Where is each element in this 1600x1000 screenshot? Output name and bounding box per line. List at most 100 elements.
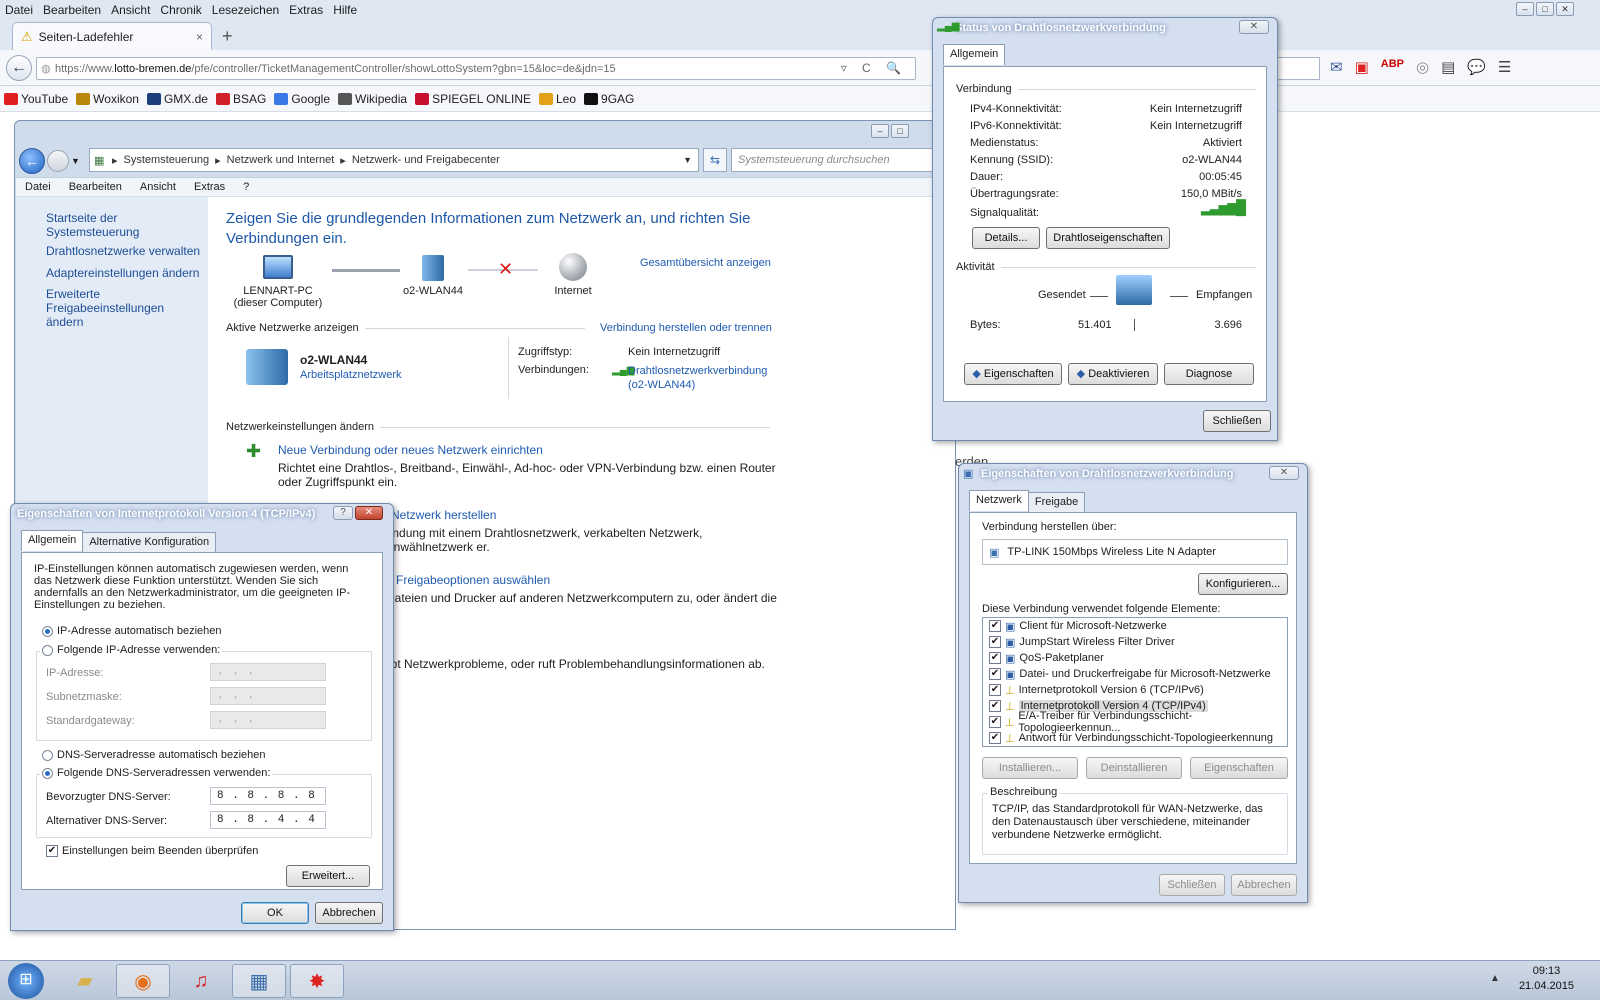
disable-button[interactable]: ◆ Deaktivieren bbox=[1068, 363, 1158, 385]
back-button[interactable]: ← bbox=[19, 148, 45, 174]
tray-expand-icon[interactable]: ▲ bbox=[1490, 973, 1500, 984]
bookmark-bsag[interactable]: BSAG bbox=[215, 92, 266, 106]
properties-button[interactable]: ◆ Eigenschaften bbox=[964, 363, 1062, 385]
checkbox[interactable]: ✔ bbox=[989, 636, 1001, 648]
minimize-icon[interactable]: – bbox=[1516, 2, 1534, 16]
ip-manual-radio[interactable]: Folgende IP-Adresse verwenden: bbox=[40, 644, 223, 656]
tab-allgemein[interactable]: Allgemein bbox=[943, 44, 1006, 65]
menu-extras[interactable]: Extras bbox=[185, 181, 234, 193]
close-button[interactable]: Schließen bbox=[1203, 410, 1271, 432]
radio-selected[interactable] bbox=[42, 767, 53, 779]
task-connect-network[interactable]: Netzwerk herstellen bbox=[391, 508, 496, 522]
tab-allgemein[interactable]: Allgemein bbox=[21, 530, 84, 551]
menu-datei[interactable]: Datei bbox=[0, 3, 38, 17]
list-item[interactable]: ✔ ⊥ E/A-Treiber für Verbindungsschicht-Top… bbox=[983, 710, 1287, 734]
breadcrumb-item[interactable]: Netzwerk- und Freigabecenter bbox=[352, 154, 500, 166]
tab-freigabe[interactable]: Freigabe bbox=[1027, 492, 1086, 513]
search-input[interactable]: Systemsteuerung durchsuchen bbox=[731, 148, 951, 172]
close-icon[interactable]: ✕ bbox=[1269, 466, 1299, 480]
menu-hilfe[interactable]: Hilfe bbox=[328, 3, 362, 17]
control-panel-icon[interactable]: ▦ bbox=[232, 964, 286, 998]
menu-bearbeiten[interactable]: Bearbeiten bbox=[60, 181, 131, 193]
connect-disconnect-link[interactable]: Verbindung herstellen oder trennen bbox=[600, 322, 772, 334]
list-item[interactable]: ✔ ⊥ Antwort für Verbindungsschicht-Topolog… bbox=[983, 730, 1287, 746]
itunes-icon[interactable]: ♫ bbox=[174, 964, 228, 998]
new-tab-icon[interactable]: + bbox=[222, 26, 233, 47]
bookmark-spiegel[interactable]: SPIEGEL ONLINE bbox=[415, 92, 531, 106]
properties-button[interactable]: Eigenschaften bbox=[1190, 757, 1288, 779]
dns-preferred-field[interactable]: 8 . 8 . 8 . 8 bbox=[210, 787, 326, 805]
dns-auto-radio[interactable]: DNS-Serveradresse automatisch beziehen bbox=[42, 749, 266, 761]
uninstall-button[interactable]: Deinstallieren bbox=[1086, 757, 1182, 779]
bookmark-google[interactable]: Google bbox=[274, 92, 330, 106]
details-button[interactable]: Details... bbox=[972, 227, 1040, 249]
menu-datei[interactable]: Datei bbox=[16, 181, 60, 193]
globe-icon[interactable]: ◎ bbox=[1416, 58, 1429, 76]
adblock-icon[interactable]: ABP bbox=[1381, 58, 1404, 76]
refresh-button[interactable]: ⇆ bbox=[703, 148, 727, 172]
radio-unselected[interactable] bbox=[42, 644, 53, 656]
minimize-icon[interactable]: – bbox=[871, 124, 889, 138]
wireless-connection-link[interactable]: Drahtlosnetzwerkverbindung (o2-WLAN44) bbox=[628, 364, 778, 392]
browser-tab[interactable]: ⚠ Seiten-Ladefehler × bbox=[12, 22, 212, 50]
sidebar-item-adapter[interactable]: Adaptereinstellungen ändern bbox=[16, 266, 199, 280]
close-icon[interactable]: ✕ bbox=[1556, 2, 1574, 16]
sidebar-item-home[interactable]: Startseite der Systemsteuerung bbox=[16, 211, 208, 239]
checkbox[interactable]: ✔ bbox=[989, 668, 1001, 680]
cancel-button[interactable]: Abbrechen bbox=[1231, 874, 1297, 896]
advanced-button[interactable]: Erweitert... bbox=[286, 865, 370, 887]
bookmark-wikipedia[interactable]: Wikipedia bbox=[338, 92, 407, 106]
list-item[interactable]: ✔ ▣ QoS-Paketplaner bbox=[983, 650, 1287, 666]
ip-address-field[interactable]: . . . bbox=[210, 663, 326, 681]
tab-netzwerk[interactable]: Netzwerk bbox=[969, 490, 1029, 511]
checkbox[interactable]: ✔ bbox=[989, 652, 1001, 664]
radio-unselected[interactable] bbox=[42, 749, 53, 761]
reload-search-icons[interactable]: ▿ C 🔍 bbox=[841, 61, 907, 75]
task-new-connection[interactable]: Neue Verbindung oder neues Netzwerk einr… bbox=[278, 443, 543, 457]
list-item[interactable]: ✔ ▣ Datei- und Druckerfreigabe für Microso… bbox=[983, 666, 1287, 682]
validate-checkbox[interactable]: ✔ Einstellungen beim Beenden überprüfen bbox=[46, 845, 258, 858]
breadcrumb[interactable]: ▦ ▸ Systemsteuerung ▸ Netzwerk und Inter… bbox=[89, 148, 699, 172]
close-icon[interactable]: ✕ bbox=[355, 506, 383, 520]
menu-extras[interactable]: Extras bbox=[284, 3, 328, 17]
dns-alternate-field[interactable]: 8 . 8 . 4 . 4 bbox=[210, 811, 326, 829]
url-bar[interactable]: ◍ https://www. lotto-bremen.de/pfe/contro… bbox=[36, 57, 916, 80]
start-button[interactable]: ⊞ bbox=[8, 963, 44, 999]
close-icon[interactable]: ✕ bbox=[1239, 20, 1269, 34]
menu-chronik[interactable]: Chronik bbox=[155, 3, 206, 17]
chevron-down-icon[interactable]: ▼ bbox=[683, 155, 692, 165]
checkbox[interactable]: ✔ bbox=[46, 845, 58, 858]
bookmark-9gag[interactable]: 9GAG bbox=[584, 92, 634, 106]
breadcrumb-item[interactable]: Netzwerk und Internet bbox=[227, 154, 335, 166]
list-item[interactable]: ✔ ▣ Client für Microsoft-Netzwerke bbox=[983, 618, 1287, 634]
ip-auto-radio[interactable]: IP-Adresse automatisch beziehen bbox=[42, 625, 221, 637]
task-sharing-options[interactable]: d Freigabeoptionen auswählen bbox=[386, 573, 550, 587]
tab-alternative[interactable]: Alternative Konfiguration bbox=[82, 532, 217, 553]
subnet-mask-field[interactable]: . . . bbox=[210, 687, 326, 705]
screenshot-icon[interactable]: ▤ bbox=[1441, 58, 1455, 76]
ok-button[interactable]: OK bbox=[241, 902, 309, 924]
maximize-icon[interactable]: □ bbox=[1536, 2, 1554, 16]
checkbox[interactable]: ✔ bbox=[989, 732, 1001, 744]
overview-link[interactable]: Gesamtübersicht anzeigen bbox=[640, 257, 771, 269]
checkbox[interactable]: ✔ bbox=[989, 684, 1001, 696]
checkbox[interactable]: ✔ bbox=[989, 716, 1001, 728]
wireless-properties-button[interactable]: Drahtloseigenschaften bbox=[1046, 227, 1170, 249]
pocket-icon[interactable]: ▣ bbox=[1355, 58, 1369, 76]
sidebar-item-sharing[interactable]: Erweiterte Freigabeeinstellungen ändern bbox=[16, 287, 202, 329]
list-item[interactable]: ✔ ▣ JumpStart Wireless Filter Driver bbox=[983, 634, 1287, 650]
close-tab-icon[interactable]: × bbox=[196, 30, 211, 44]
bookmark-leo[interactable]: Leo bbox=[539, 92, 576, 106]
back-button[interactable]: ← bbox=[6, 55, 32, 81]
bookmark-woxikon[interactable]: Woxikon bbox=[76, 92, 139, 106]
help-icon[interactable]: ? bbox=[333, 506, 353, 520]
maximize-icon[interactable]: □ bbox=[891, 124, 909, 138]
clock[interactable]: 09:13 21.04.2015 bbox=[1519, 964, 1574, 994]
menu-ansicht[interactable]: Ansicht bbox=[106, 3, 155, 17]
diagnose-button[interactable]: Diagnose bbox=[1164, 363, 1254, 385]
bookmark-gmx[interactable]: GMX.de bbox=[146, 92, 208, 106]
sidebar-item-wireless[interactable]: Drahtlosnetzwerke verwalten bbox=[16, 244, 200, 258]
menu-lesezeichen[interactable]: Lesezeichen bbox=[207, 3, 284, 17]
hamburger-menu-icon[interactable]: ☰ bbox=[1498, 58, 1511, 76]
chevron-down-icon[interactable]: ▼ bbox=[71, 156, 80, 166]
